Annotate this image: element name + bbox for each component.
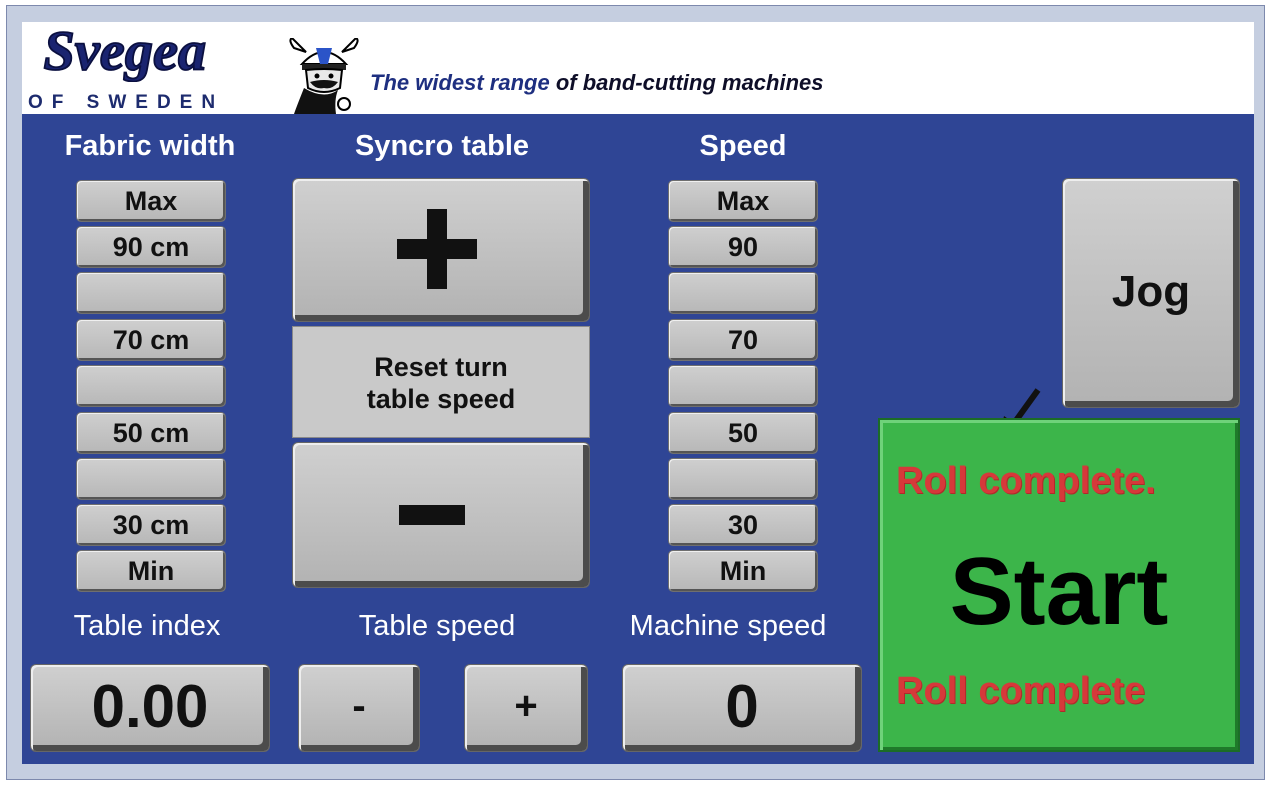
svegea-logo: Svegea bbox=[43, 22, 208, 82]
speed-50-button[interactable]: 50 bbox=[668, 412, 818, 454]
speed-title: Speed bbox=[699, 130, 787, 162]
jog-button[interactable]: Jog bbox=[1062, 178, 1240, 408]
speed-max-button[interactable]: Max bbox=[668, 180, 818, 222]
status-bottom: Roll complete bbox=[896, 670, 1146, 712]
viking-mascot-icon bbox=[289, 38, 359, 114]
header-banner: Svegea OF SWEDEN The widest range of ban… bbox=[22, 22, 1254, 114]
table-index-title: Table index bbox=[73, 610, 221, 642]
fabric-width-80-button[interactable] bbox=[76, 272, 226, 314]
speed-70-button[interactable]: 70 bbox=[668, 319, 818, 361]
table-speed-plus-button[interactable]: + bbox=[464, 664, 588, 752]
svg-text:Svegea: Svegea bbox=[43, 22, 206, 82]
fabric-width-title: Fabric width bbox=[64, 130, 236, 162]
tagline: The widest range of band-cutting machine… bbox=[370, 70, 824, 96]
speed-90-button[interactable]: 90 bbox=[668, 226, 818, 268]
machine-speed-display: 0 bbox=[622, 664, 862, 752]
fabric-width-30-button[interactable]: 30 cm bbox=[76, 504, 226, 546]
speed-60-button[interactable] bbox=[668, 365, 818, 407]
table-index-display: 0.00 bbox=[30, 664, 270, 752]
reset-label-line1: Reset turn bbox=[374, 352, 508, 382]
fabric-width-60-button[interactable] bbox=[76, 365, 226, 407]
fabric-width-40-button[interactable] bbox=[76, 458, 226, 500]
fabric-width-50-button[interactable]: 50 cm bbox=[76, 412, 226, 454]
logo-subtext: OF SWEDEN bbox=[28, 92, 225, 113]
syncro-minus-button[interactable] bbox=[292, 442, 590, 588]
tagline-lead: The widest range bbox=[370, 70, 550, 95]
fabric-width-70-button[interactable]: 70 cm bbox=[76, 319, 226, 361]
reset-turn-table-speed-button[interactable]: Reset turn table speed bbox=[292, 326, 590, 438]
syncro-table-title: Syncro table bbox=[354, 130, 530, 162]
speed-min-button[interactable]: Min bbox=[668, 550, 818, 592]
plus-icon bbox=[397, 209, 477, 289]
machine-speed-title: Machine speed bbox=[629, 610, 827, 642]
control-panel: Svegea OF SWEDEN The widest range of ban… bbox=[22, 22, 1254, 764]
speed-40-button[interactable] bbox=[668, 458, 818, 500]
start-label: Start bbox=[949, 538, 1169, 645]
table-speed-minus-button[interactable]: - bbox=[298, 664, 420, 752]
speed-30-button[interactable]: 30 bbox=[668, 504, 818, 546]
tagline-rest: of band-cutting machines bbox=[549, 70, 824, 95]
start-button[interactable]: Roll complete. Start Roll complete bbox=[878, 418, 1240, 752]
minus-icon bbox=[399, 505, 465, 525]
fabric-width-min-button[interactable]: Min bbox=[76, 550, 226, 592]
speed-80-button[interactable] bbox=[668, 272, 818, 314]
syncro-plus-button[interactable] bbox=[292, 178, 590, 322]
reset-label-line2: table speed bbox=[366, 384, 516, 414]
fabric-width-90-button[interactable]: 90 cm bbox=[76, 226, 226, 268]
fabric-width-max-button[interactable]: Max bbox=[76, 180, 226, 222]
status-top: Roll complete. bbox=[896, 460, 1156, 502]
table-speed-title: Table speed bbox=[358, 610, 516, 642]
